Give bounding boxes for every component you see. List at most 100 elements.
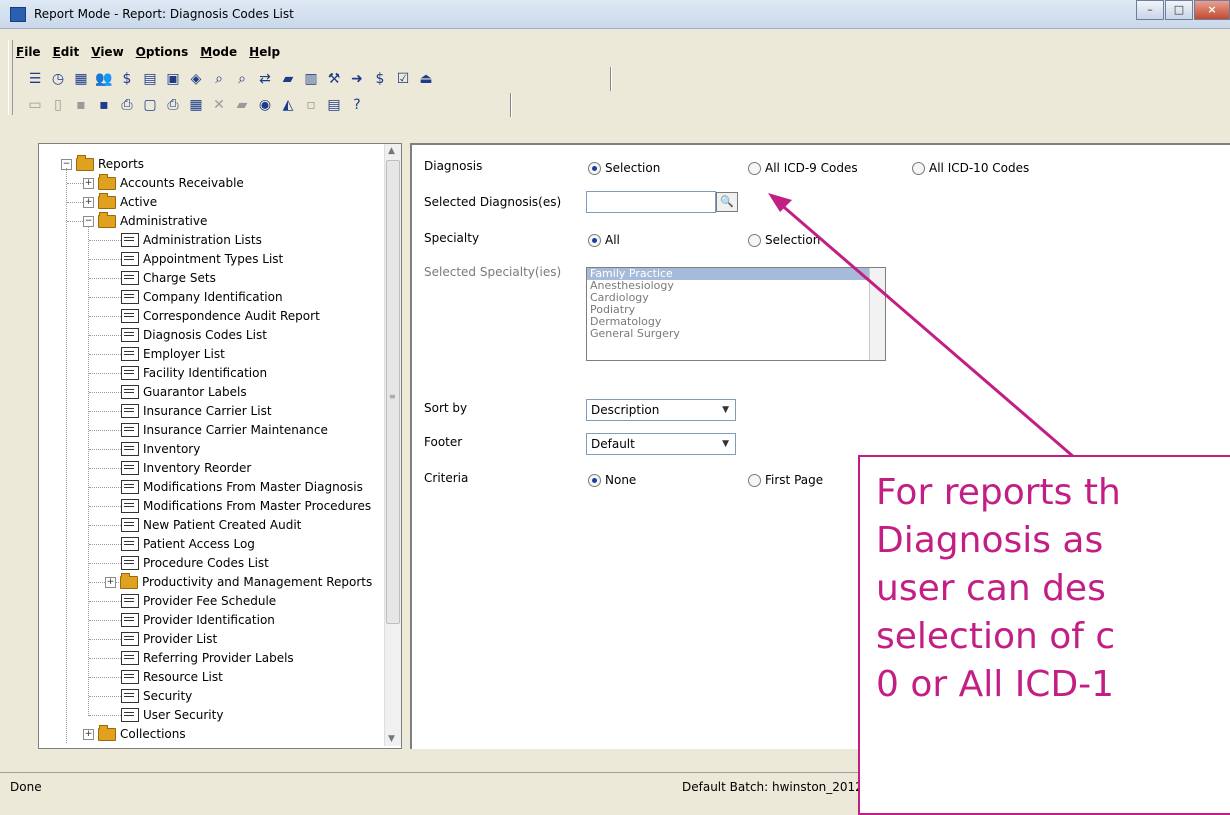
- specialty-all-radio[interactable]: All: [588, 233, 620, 247]
- tree-item[interactable]: Modifications From Master Procedures: [121, 497, 371, 515]
- clear-icon[interactable]: ▫: [302, 96, 320, 114]
- tree-scrollbar[interactable]: ▲ ≡ ▼: [384, 144, 401, 746]
- grid-icon[interactable]: ▦: [72, 70, 90, 88]
- payment-icon[interactable]: ◈: [187, 70, 205, 88]
- calculator-icon[interactable]: ▣: [164, 70, 182, 88]
- radio-dot[interactable]: [588, 233, 601, 247]
- tree-item[interactable]: Appointment Types List: [121, 250, 283, 268]
- tree-item[interactable]: Procedure Codes List: [121, 554, 269, 572]
- tree-item[interactable]: + Productivity and Management Reports: [105, 572, 372, 591]
- help-icon[interactable]: ?: [348, 96, 366, 114]
- expand-icon[interactable]: +: [83, 196, 94, 208]
- dollar-icon[interactable]: $: [118, 70, 136, 88]
- menu-edit[interactable]: Edit: [53, 45, 80, 63]
- tree-item[interactable]: New Patient Created Audit: [121, 516, 301, 534]
- selected-diagnoses-input[interactable]: [586, 191, 716, 213]
- tree-item[interactable]: Security: [121, 687, 192, 705]
- find-diagnosis-button[interactable]: 🔍: [716, 192, 738, 212]
- expand-icon[interactable]: +: [105, 576, 116, 588]
- list-icon[interactable]: ☰: [26, 70, 44, 88]
- chevron-down-icon[interactable]: ▼: [722, 434, 729, 454]
- sortby-select[interactable]: Description ▼: [586, 399, 736, 421]
- chart-dollar-icon[interactable]: $: [371, 70, 389, 88]
- criteria-firstpage-radio[interactable]: First Page: [748, 473, 823, 487]
- diagnosis-selection-radio[interactable]: Selection: [588, 161, 660, 175]
- tree-item[interactable]: Insurance Carrier Maintenance: [121, 421, 328, 439]
- transfer-icon[interactable]: ⇄: [256, 70, 274, 88]
- scroll-down-icon[interactable]: ▼: [388, 734, 395, 744]
- save-disabled-icon[interactable]: ▪: [72, 96, 90, 114]
- folder-open-icon[interactable]: ▰: [279, 70, 297, 88]
- save-icon[interactable]: ▪: [95, 96, 113, 114]
- radio-dot[interactable]: [748, 473, 761, 487]
- export-icon[interactable]: ➜: [348, 70, 366, 88]
- tree-item[interactable]: Correspondence Audit Report: [121, 307, 320, 325]
- tree-item[interactable]: Employer List: [121, 345, 225, 363]
- new-folder-icon[interactable]: ▭: [26, 96, 44, 114]
- tree-item[interactable]: Diagnosis Codes List: [121, 326, 267, 344]
- headset-icon[interactable]: ◉: [256, 96, 274, 114]
- search-icon[interactable]: ⌕: [233, 70, 251, 88]
- preview-icon[interactable]: ▢: [141, 96, 159, 114]
- collapse-icon[interactable]: −: [83, 215, 94, 227]
- radio-dot[interactable]: [912, 161, 925, 175]
- footer-select[interactable]: Default ▼: [586, 433, 736, 455]
- tree-item[interactable]: Modifications From Master Diagnosis: [121, 478, 363, 496]
- chevron-down-icon[interactable]: ▼: [722, 400, 729, 420]
- radio-dot[interactable]: [748, 233, 761, 247]
- tree-item[interactable]: Insurance Carrier List: [121, 402, 272, 420]
- diagnosis-icd10-radio[interactable]: All ICD-10 Codes: [912, 161, 1029, 175]
- tree-item[interactable]: Company Identification: [121, 288, 283, 306]
- users-icon[interactable]: 👥: [95, 70, 113, 88]
- print-icon[interactable]: ⎙: [118, 96, 136, 114]
- scroll-up-icon[interactable]: ▲: [388, 146, 395, 156]
- expand-icon[interactable]: +: [83, 728, 94, 740]
- tree-item[interactable]: Provider Fee Schedule: [121, 592, 276, 610]
- menu-view[interactable]: View: [91, 45, 123, 63]
- folder-icon[interactable]: ▰: [233, 96, 251, 114]
- tree-item[interactable]: Provider Identification: [121, 611, 275, 629]
- radio-dot[interactable]: [748, 161, 761, 175]
- close-button[interactable]: ×: [1194, 0, 1230, 20]
- radio-dot[interactable]: [588, 161, 601, 175]
- exit-icon[interactable]: ⏏: [417, 70, 435, 88]
- clock-icon[interactable]: ◷: [49, 70, 67, 88]
- tree-item[interactable]: Patient Access Log: [121, 535, 255, 553]
- criteria-none-radio[interactable]: None: [588, 473, 636, 487]
- list-item[interactable]: General Surgery: [587, 328, 885, 340]
- print-setup-icon[interactable]: ▦: [187, 96, 205, 114]
- delete-icon[interactable]: ✕: [210, 96, 228, 114]
- diagnosis-icd9-radio[interactable]: All ICD-9 Codes: [748, 161, 858, 175]
- checklist-icon[interactable]: ☑: [394, 70, 412, 88]
- chart-icon[interactable]: ◭: [279, 96, 297, 114]
- tree-group[interactable]: − Administrative: [83, 211, 207, 230]
- tree-item[interactable]: Resource List: [121, 668, 223, 686]
- specialty-listbox[interactable]: Family Practice Anesthesiology Cardiolog…: [586, 267, 886, 361]
- tree-item[interactable]: Guarantor Labels: [121, 383, 247, 401]
- tree-item[interactable]: Referring Provider Labels: [121, 649, 294, 667]
- tree-item[interactable]: Charge Sets: [121, 269, 216, 287]
- tree-group[interactable]: + Accounts Receivable: [83, 173, 244, 192]
- radio-dot[interactable]: [588, 473, 601, 487]
- printer-icon[interactable]: ⎙: [164, 96, 182, 114]
- tree-item[interactable]: Provider List: [121, 630, 217, 648]
- specialty-selection-radio[interactable]: Selection: [748, 233, 820, 247]
- tree-item[interactable]: Inventory Reorder: [121, 459, 251, 477]
- menu-file[interactable]: File: [16, 45, 41, 63]
- tree-item[interactable]: Facility Identification: [121, 364, 267, 382]
- menu-mode[interactable]: Mode: [200, 45, 237, 63]
- menu-help[interactable]: Help: [249, 45, 280, 63]
- report-icon[interactable]: ▤: [325, 96, 343, 114]
- tree-item[interactable]: User Security: [121, 706, 223, 724]
- menu-options[interactable]: Options: [136, 45, 189, 63]
- tree-root[interactable]: − Reports: [61, 154, 144, 173]
- ledger-icon[interactable]: ▤: [141, 70, 159, 88]
- listbox-scrollbar[interactable]: [869, 268, 885, 360]
- expand-icon[interactable]: +: [83, 177, 94, 189]
- tree-item[interactable]: Inventory: [121, 440, 200, 458]
- tree-group[interactable]: + Collections: [83, 724, 186, 743]
- new-document-icon[interactable]: ▯: [49, 96, 67, 114]
- tree-group[interactable]: + Active: [83, 192, 157, 211]
- wrench-icon[interactable]: ⚒: [325, 70, 343, 88]
- search-patient-icon[interactable]: ⌕: [210, 70, 228, 88]
